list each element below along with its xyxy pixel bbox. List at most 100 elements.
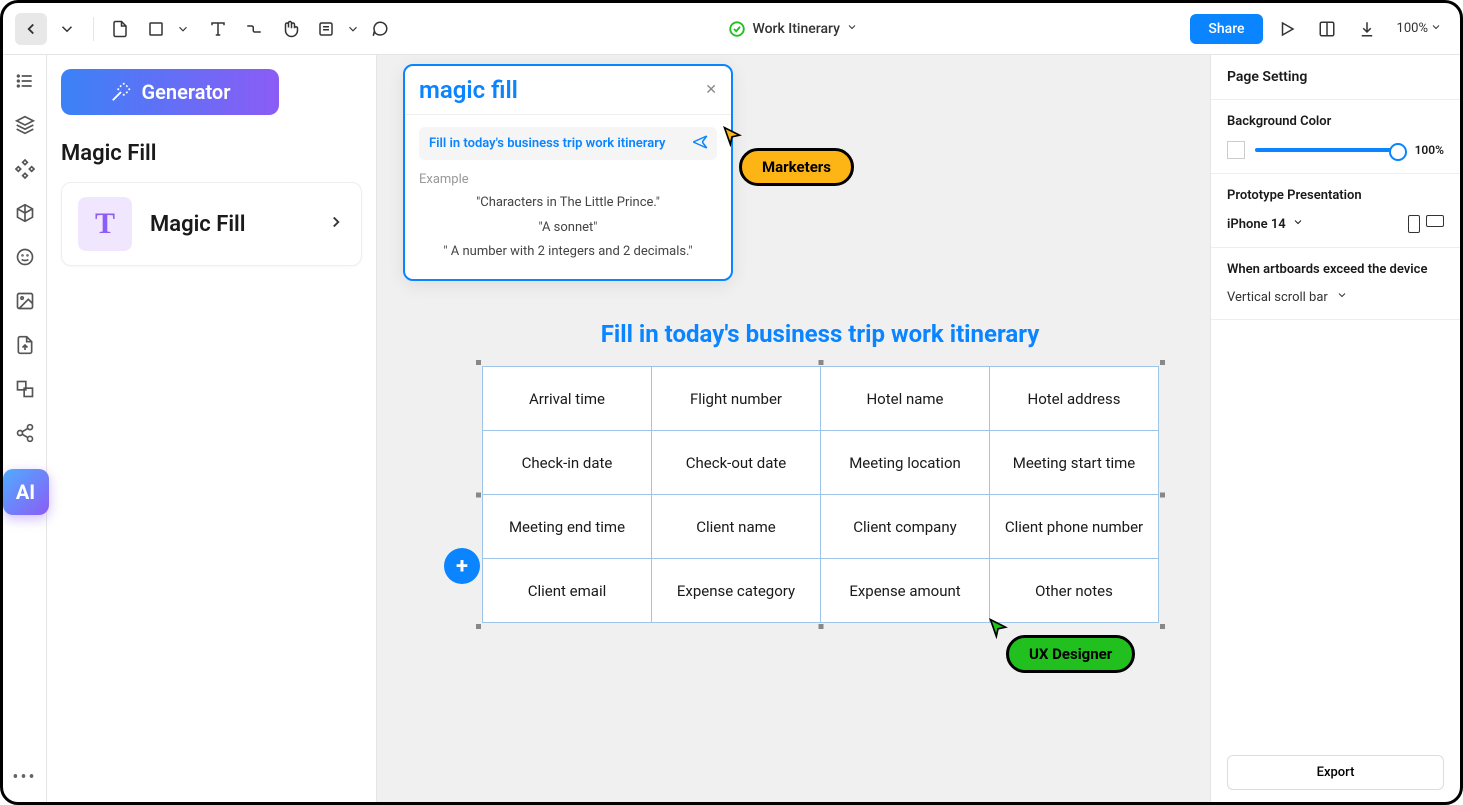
components-icon[interactable] bbox=[13, 157, 37, 181]
section-title: Magic Fill bbox=[61, 141, 362, 166]
table-cell[interactable]: Client company bbox=[821, 495, 990, 559]
chevron-down-icon bbox=[1336, 289, 1348, 305]
export-button[interactable]: Export bbox=[1227, 755, 1444, 790]
wand-icon bbox=[110, 81, 132, 103]
table-cell[interactable]: Hotel address bbox=[990, 367, 1159, 431]
table-row: Client email Expense category Expense am… bbox=[483, 559, 1159, 623]
page-setting-title: Page Setting bbox=[1227, 69, 1444, 85]
example-label: Example bbox=[419, 172, 717, 187]
table-cell[interactable]: Client email bbox=[483, 559, 652, 623]
chevron-down-icon bbox=[1292, 216, 1304, 232]
table-cell[interactable]: Meeting start time bbox=[990, 431, 1159, 495]
canvas-title: Fill in today's business trip work itine… bbox=[482, 320, 1158, 348]
popover-title: magic fill bbox=[419, 76, 518, 104]
handle-icon[interactable] bbox=[476, 492, 481, 497]
opacity-slider[interactable] bbox=[1255, 148, 1405, 152]
table-cell[interactable]: Flight number bbox=[652, 367, 821, 431]
ai-badge[interactable]: AI bbox=[3, 469, 49, 515]
prompt-input[interactable]: Fill in today's business trip work itine… bbox=[419, 127, 717, 160]
table-row: Check-in date Check-out date Meeting loc… bbox=[483, 431, 1159, 495]
bg-color-label: Background Color bbox=[1227, 114, 1444, 129]
more-icon[interactable]: ••• bbox=[12, 767, 36, 788]
handle-icon[interactable] bbox=[1160, 360, 1165, 365]
back-dropdown[interactable] bbox=[51, 13, 83, 45]
outline-icon[interactable] bbox=[13, 69, 37, 93]
handle-icon[interactable] bbox=[818, 624, 823, 629]
generator-button[interactable]: Generator bbox=[61, 69, 279, 115]
handle-icon[interactable] bbox=[476, 360, 481, 365]
portrait-icon[interactable] bbox=[1408, 215, 1420, 233]
handle-icon[interactable] bbox=[1160, 492, 1165, 497]
comment-icon[interactable] bbox=[364, 13, 396, 45]
new-page-icon[interactable] bbox=[104, 13, 136, 45]
note-dropdown[interactable] bbox=[346, 13, 360, 45]
cursor-designer-label: UX Designer bbox=[1006, 635, 1135, 673]
table-wrap[interactable]: + Arrival time Flight number Hotel name … bbox=[482, 366, 1159, 623]
example-list: "Characters in The Little Prince." "A so… bbox=[419, 191, 717, 265]
table-row: Arrival time Flight number Hotel name Ho… bbox=[483, 367, 1159, 431]
back-button[interactable] bbox=[15, 13, 47, 45]
table-cell[interactable]: Other notes bbox=[990, 559, 1159, 623]
check-circle-icon bbox=[728, 20, 746, 38]
left-rail: AI ••• bbox=[3, 55, 47, 802]
upload-page-icon[interactable] bbox=[13, 333, 37, 357]
cursor-marketer-pointer bbox=[722, 125, 742, 151]
document-title-text: Work Itinerary bbox=[752, 21, 839, 37]
close-icon[interactable]: ✕ bbox=[705, 82, 717, 98]
share-nodes-icon[interactable] bbox=[13, 421, 37, 445]
layout-icon[interactable] bbox=[1311, 13, 1343, 45]
handle-icon[interactable] bbox=[476, 624, 481, 629]
canvas[interactable]: magic fill ✕ Fill in today's business tr… bbox=[377, 55, 1210, 802]
landscape-icon[interactable] bbox=[1426, 215, 1444, 227]
zoom-control[interactable]: 100% bbox=[1391, 21, 1448, 37]
cube-icon[interactable] bbox=[13, 201, 37, 225]
card-label: Magic Fill bbox=[150, 212, 309, 237]
color-swatch[interactable] bbox=[1227, 141, 1245, 159]
share-button[interactable]: Share bbox=[1190, 14, 1262, 44]
text-icon: T bbox=[78, 197, 132, 251]
resize-icon[interactable] bbox=[13, 377, 37, 401]
document-title[interactable]: Work Itinerary bbox=[400, 20, 1186, 38]
play-icon[interactable] bbox=[1271, 13, 1303, 45]
magic-fill-card[interactable]: T Magic Fill bbox=[61, 182, 362, 266]
download-icon[interactable] bbox=[1351, 13, 1383, 45]
table-cell[interactable]: Expense category bbox=[652, 559, 821, 623]
add-row-button[interactable]: + bbox=[444, 548, 480, 584]
connector-icon[interactable] bbox=[238, 13, 270, 45]
chevron-right-icon bbox=[327, 213, 345, 235]
chevron-down-icon bbox=[1430, 21, 1442, 37]
cursor-designer-pointer bbox=[988, 617, 1008, 643]
table-cell[interactable]: Meeting end time bbox=[483, 495, 652, 559]
chevron-down-icon bbox=[846, 21, 858, 37]
image-icon[interactable] bbox=[13, 289, 37, 313]
top-toolbar: Work Itinerary Share 100% bbox=[3, 3, 1460, 55]
table-cell[interactable]: Expense amount bbox=[821, 559, 990, 623]
send-icon[interactable] bbox=[691, 133, 709, 155]
table-cell[interactable]: Check-in date bbox=[483, 431, 652, 495]
table-cell[interactable]: Client phone number bbox=[990, 495, 1159, 559]
cursor-marketer-label: Marketers bbox=[739, 148, 854, 186]
handle-icon[interactable] bbox=[1160, 624, 1165, 629]
magic-fill-popover: magic fill ✕ Fill in today's business tr… bbox=[403, 64, 733, 281]
opacity-value: 100% bbox=[1415, 143, 1444, 157]
table-cell[interactable]: Hotel name bbox=[821, 367, 990, 431]
layers-icon[interactable] bbox=[13, 113, 37, 137]
table-cell[interactable]: Arrival time bbox=[483, 367, 652, 431]
prototype-label: Prototype Presentation bbox=[1227, 188, 1444, 203]
frame-dropdown[interactable] bbox=[176, 13, 190, 45]
right-panel: Page Setting Background Color 100% Proto… bbox=[1210, 55, 1460, 802]
note-icon[interactable] bbox=[310, 13, 342, 45]
table-cell[interactable]: Client name bbox=[652, 495, 821, 559]
hand-tool-icon[interactable] bbox=[274, 13, 306, 45]
frame-icon[interactable] bbox=[140, 13, 172, 45]
text-tool-icon[interactable] bbox=[202, 13, 234, 45]
emoji-icon[interactable] bbox=[13, 245, 37, 269]
itinerary-table[interactable]: Arrival time Flight number Hotel name Ho… bbox=[482, 366, 1159, 623]
table-cell[interactable]: Check-out date bbox=[652, 431, 821, 495]
table-row: Meeting end time Client name Client comp… bbox=[483, 495, 1159, 559]
exceed-label: When artboards exceed the device bbox=[1227, 262, 1444, 277]
device-select[interactable]: iPhone 14 bbox=[1227, 216, 1304, 232]
scroll-mode-select[interactable]: Vertical scroll bar bbox=[1227, 289, 1444, 305]
handle-icon[interactable] bbox=[818, 360, 823, 365]
table-cell[interactable]: Meeting location bbox=[821, 431, 990, 495]
